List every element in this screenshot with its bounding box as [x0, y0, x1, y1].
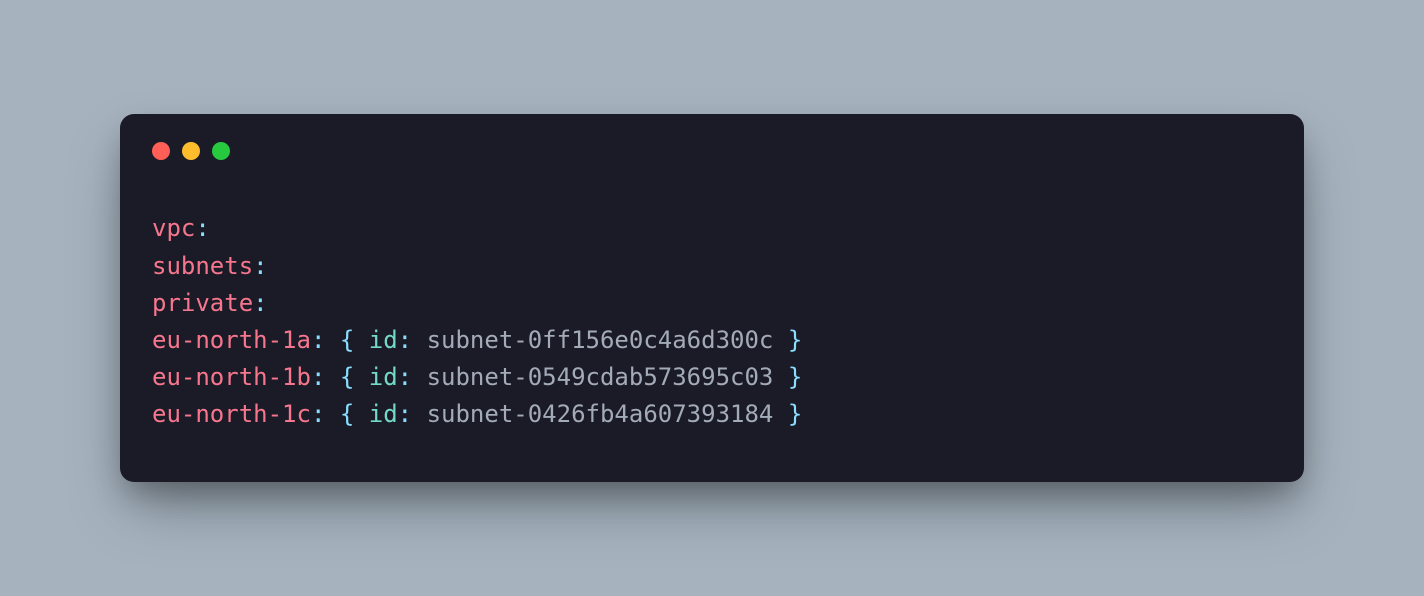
open-brace-punct: { — [340, 326, 354, 354]
subnet-id-value: subnet-0ff156e0c4a6d300c — [427, 326, 774, 354]
open-brace-punct: { — [340, 363, 354, 391]
colon-punct: : — [398, 363, 412, 391]
yaml-key: subnets — [152, 252, 253, 280]
colon-punct: : — [311, 363, 325, 391]
window-titlebar — [120, 114, 1304, 160]
window-maximize-icon[interactable] — [212, 142, 230, 160]
code-line: vpc: — [152, 214, 210, 242]
yaml-key: eu-north-1b — [152, 363, 311, 391]
code-line: private: — [152, 289, 268, 317]
colon-punct: : — [398, 400, 412, 428]
code-line: subnets: — [152, 252, 268, 280]
id-key: id — [369, 326, 398, 354]
code-window: vpc: subnets: private: eu-north-1a: { id… — [120, 114, 1304, 481]
code-line: eu-north-1c: { id: subnet-0426fb4a607393… — [152, 400, 802, 428]
colon-punct: : — [253, 252, 267, 280]
window-close-icon[interactable] — [152, 142, 170, 160]
yaml-key: eu-north-1c — [152, 400, 311, 428]
subnet-id-value: subnet-0426fb4a607393184 — [427, 400, 774, 428]
colon-punct: : — [195, 214, 209, 242]
yaml-key: eu-north-1a — [152, 326, 311, 354]
yaml-key: private — [152, 289, 253, 317]
code-block: vpc: subnets: private: eu-north-1a: { id… — [120, 160, 1304, 481]
colon-punct: : — [311, 400, 325, 428]
colon-punct: : — [311, 326, 325, 354]
open-brace-punct: { — [340, 400, 354, 428]
id-key: id — [369, 400, 398, 428]
close-brace-punct: } — [788, 326, 802, 354]
colon-punct: : — [253, 289, 267, 317]
code-line: eu-north-1a: { id: subnet-0ff156e0c4a6d3… — [152, 326, 802, 354]
close-brace-punct: } — [788, 363, 802, 391]
code-line: eu-north-1b: { id: subnet-0549cdab573695… — [152, 363, 802, 391]
window-minimize-icon[interactable] — [182, 142, 200, 160]
colon-punct: : — [398, 326, 412, 354]
id-key: id — [369, 363, 398, 391]
subnet-id-value: subnet-0549cdab573695c03 — [427, 363, 774, 391]
close-brace-punct: } — [788, 400, 802, 428]
yaml-key: vpc — [152, 214, 195, 242]
